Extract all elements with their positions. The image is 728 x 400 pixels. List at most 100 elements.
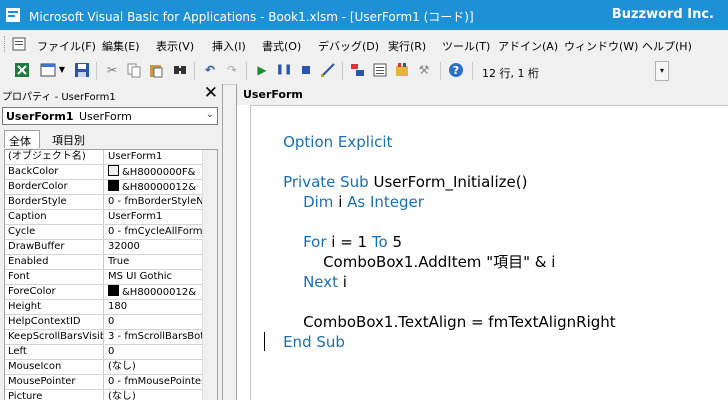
property-row[interactable]: KeepScrollBarsVisible 3 - fmScrollBarsBot… — [5, 330, 217, 345]
menu-format[interactable]: 書式(O) — [262, 38, 301, 54]
property-value-text: (なし) — [108, 361, 136, 372]
property-value[interactable]: 0 — [108, 315, 202, 329]
paste-icon[interactable] — [148, 62, 164, 78]
object-dropdown[interactable]: UserForm — [243, 88, 303, 101]
property-name: HelpContextID — [5, 315, 104, 329]
property-value[interactable]: &H80000012& — [108, 180, 202, 194]
menu-run[interactable]: 実行(R) — [388, 38, 426, 54]
svg-text:?: ? — [453, 64, 459, 77]
property-value[interactable]: 0 — [108, 345, 202, 359]
property-row[interactable]: BorderStyle 0 - fmBorderStyleNone — [5, 195, 217, 210]
menu-view[interactable]: 表示(V) — [156, 38, 194, 54]
property-row[interactable]: MouseIcon (なし) — [5, 360, 217, 375]
property-value-text: &H8000000F& — [122, 167, 196, 178]
property-value[interactable]: UserForm1 — [108, 210, 202, 224]
chevron-down-icon[interactable]: ⌄ — [206, 109, 214, 120]
menu-window[interactable]: ウィンドウ(W) — [564, 38, 638, 54]
insert-userform-icon[interactable] — [40, 62, 56, 78]
property-row[interactable]: Height 180 — [5, 300, 217, 315]
undo-icon[interactable]: ↶ — [202, 62, 218, 78]
properties-title-bar: プロパティ - UserForm1 ✕ — [0, 83, 222, 104]
property-row[interactable]: BorderColor &H80000012& — [5, 180, 217, 195]
redo-icon[interactable]: ↷ — [224, 62, 240, 78]
tab-alphabetic[interactable]: 全体 — [4, 130, 40, 148]
property-name: BackColor — [5, 165, 104, 179]
property-row[interactable]: Font MS UI Gothic — [5, 270, 217, 285]
code-margin[interactable] — [237, 105, 251, 400]
property-value[interactable]: 0 - fmMousePointerDefault — [108, 375, 202, 389]
property-name: BorderColor — [5, 180, 104, 194]
property-value[interactable]: &H8000000F& — [108, 165, 202, 179]
property-row[interactable]: Picture (なし) — [5, 390, 217, 400]
menu-bar: ファイル(F) 編集(E) 表示(V) 挿入(I) 書式(O) デバッグ(D) … — [0, 30, 728, 58]
document-icon[interactable] — [11, 36, 27, 52]
menu-tools[interactable]: ツール(T) — [442, 38, 490, 54]
property-row[interactable]: Left 0 — [5, 345, 217, 360]
property-name: BorderStyle — [5, 195, 104, 209]
project-explorer-icon[interactable] — [350, 62, 366, 78]
design-mode-icon[interactable] — [320, 62, 336, 78]
property-row[interactable]: HelpContextID 0 — [5, 315, 217, 330]
window-title: Microsoft Visual Basic for Applications … — [29, 10, 474, 24]
property-name: Left — [5, 345, 104, 359]
close-icon[interactable]: ✕ — [204, 83, 218, 103]
menubar-grip[interactable] — [4, 36, 7, 52]
property-row[interactable]: Caption UserForm1 — [5, 210, 217, 225]
menu-debug[interactable]: デバッグ(D) — [318, 38, 379, 54]
property-value[interactable]: (なし) — [108, 390, 202, 400]
toolbar-options-button[interactable]: ▾ — [655, 61, 669, 81]
property-value[interactable]: 180 — [108, 300, 202, 314]
object-selector[interactable]: UserForm1 UserForm ⌄ — [2, 107, 218, 125]
property-name: Enabled — [5, 255, 104, 269]
property-name: Height — [5, 300, 104, 314]
property-value[interactable]: (なし) — [108, 360, 202, 374]
find-icon[interactable] — [172, 62, 188, 78]
tab-categorized[interactable]: 項目別 — [48, 130, 92, 148]
menu-edit[interactable]: 編集(E) — [102, 38, 140, 54]
menu-insert[interactable]: 挿入(I) — [212, 38, 246, 54]
property-value[interactable]: True — [108, 255, 202, 269]
property-value[interactable]: 0 - fmCycleAllForms — [108, 225, 202, 239]
property-value[interactable]: MS UI Gothic — [108, 270, 202, 284]
property-value[interactable]: 3 - fmScrollBarsBoth — [108, 330, 202, 344]
property-value[interactable]: UserForm1 — [108, 150, 202, 164]
property-value[interactable]: 32000 — [108, 240, 202, 254]
toolbox-icon[interactable]: ⚒ — [416, 62, 432, 78]
property-value-text: 0 - fmMousePointerDefault — [108, 376, 202, 387]
property-name: Font — [5, 270, 104, 284]
property-scrollbar[interactable] — [202, 150, 217, 400]
cut-icon[interactable]: ✂ — [104, 62, 120, 78]
copy-icon[interactable] — [126, 62, 142, 78]
property-row[interactable]: Enabled True — [5, 255, 217, 270]
title-bar: Microsoft Visual Basic for Applications … — [0, 0, 728, 30]
properties-icon[interactable] — [372, 62, 388, 78]
excel-icon[interactable] — [14, 62, 30, 78]
code-line-end-sub[interactable]: End Sub — [264, 315, 345, 369]
save-icon[interactable] — [74, 62, 90, 78]
reset-icon[interactable] — [298, 62, 314, 78]
text-caret — [264, 332, 265, 351]
cursor-position: 12 行, 1 桁 — [482, 67, 539, 80]
property-value-text: 0 — [108, 346, 115, 357]
property-value-text: 32000 — [108, 241, 140, 252]
menu-file[interactable]: ファイル(F) — [37, 38, 96, 54]
property-row[interactable]: MousePointer 0 - fmMousePointerDefault — [5, 375, 217, 390]
property-name: Cycle — [5, 225, 104, 239]
property-row[interactable]: Cycle 0 - fmCycleAllForms — [5, 225, 217, 240]
code-window: UserForm Option Explicit Private Sub Use… — [236, 84, 728, 400]
run-icon[interactable]: ▶ — [254, 62, 270, 78]
property-value[interactable]: &H80000012& — [108, 285, 202, 299]
chevron-down-icon[interactable]: ▼ — [58, 62, 66, 78]
property-row[interactable]: DrawBuffer 32000 — [5, 240, 217, 255]
object-type: UserForm — [79, 110, 132, 123]
property-row[interactable]: ForeColor &H80000012& — [5, 285, 217, 300]
property-value-text: UserForm1 — [108, 211, 163, 222]
menu-help[interactable]: ヘルプ(H) — [642, 38, 692, 54]
menu-addins[interactable]: アドイン(A) — [498, 38, 558, 54]
property-row[interactable]: BackColor &H8000000F& — [5, 165, 217, 180]
object-browser-icon[interactable] — [394, 62, 410, 78]
property-value[interactable]: 0 - fmBorderStyleNone — [108, 195, 202, 209]
help-icon[interactable]: ? — [448, 62, 464, 78]
break-icon[interactable]: ❚❚ — [276, 62, 293, 78]
property-row[interactable]: (オブジェクト名) UserForm1 — [5, 150, 217, 165]
